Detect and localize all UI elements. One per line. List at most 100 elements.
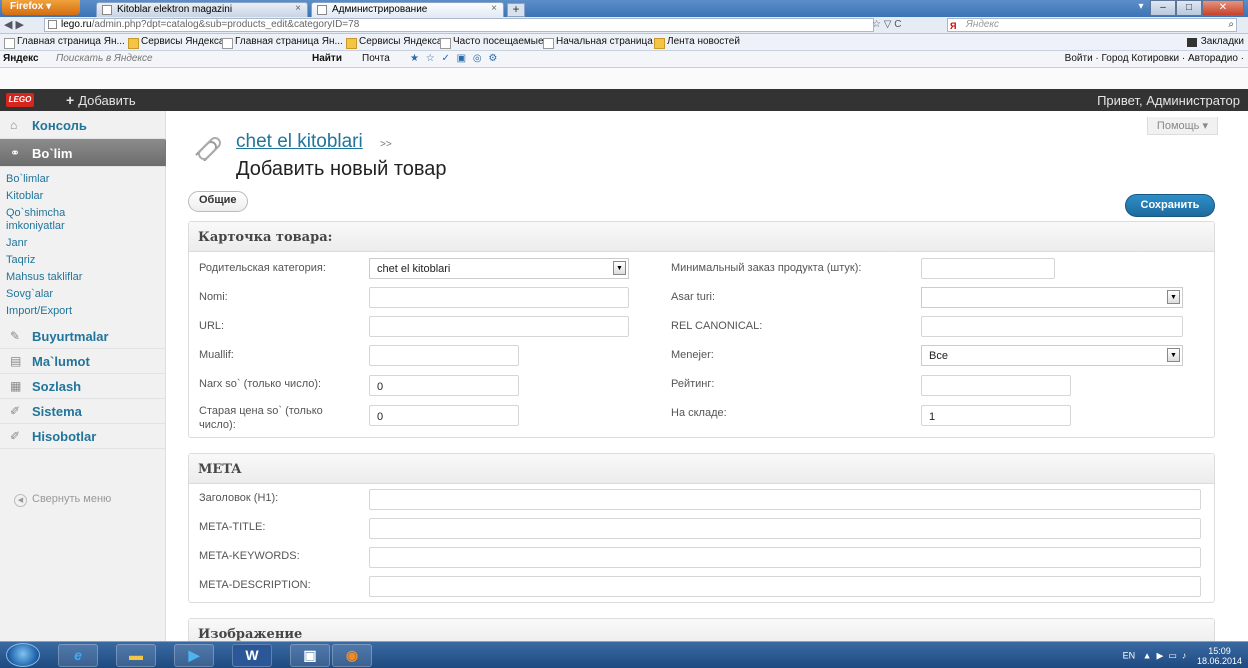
chevron-down-icon[interactable]: ▾ <box>1132 0 1150 16</box>
bookmark-item[interactable]: Часто посещаемые <box>440 36 544 49</box>
explorer-icon[interactable]: ▬ <box>116 644 156 667</box>
link-icon: ⚭ <box>10 146 21 160</box>
field-label: Nomi: <box>199 291 228 303</box>
bookmark-folder[interactable]: Лента новостей <box>654 36 740 49</box>
work-type-select[interactable]: ▼ <box>921 287 1183 308</box>
old-price-input[interactable]: 0 <box>369 405 519 426</box>
mail-button[interactable]: Почта <box>362 53 390 64</box>
yandex-right-links[interactable]: Войти · Город Котировки · Авторадио · <box>1065 53 1244 64</box>
stock-input[interactable]: 1 <box>921 405 1071 426</box>
url-path: /admin.php?dpt=catalog&sub=products_edit… <box>91 19 360 30</box>
select-value: chet el kitoblari <box>377 263 451 275</box>
word-icon[interactable]: W <box>232 644 272 667</box>
bookmarks-menu[interactable]: Закладки <box>1186 36 1244 47</box>
search-input[interactable]: Я Яндекс ⌕ <box>947 18 1237 32</box>
meta-description-input[interactable] <box>369 576 1201 597</box>
find-button[interactable]: Найти <box>312 53 342 64</box>
help-button[interactable]: Помощь ▾ <box>1146 117 1218 135</box>
name-input[interactable] <box>369 287 629 308</box>
meta-keywords-input[interactable] <box>369 547 1201 568</box>
meta-title-input[interactable] <box>369 518 1201 539</box>
submenu-item[interactable]: Mahsus takliflar <box>0 269 165 286</box>
menu-orders[interactable]: ✎ Buyurtmalar <box>0 324 165 349</box>
submenu-item[interactable]: Taqriz <box>0 252 165 269</box>
window-controls: ▾ – □ ✕ <box>1132 0 1244 16</box>
tab-kitoblar[interactable]: Kitoblar elektron magazini × <box>96 2 308 17</box>
collapse-menu-button[interactable]: ◀ Свернуть меню <box>14 493 111 507</box>
url-host: lego.ru <box>61 19 92 30</box>
close-tab-icon[interactable]: × <box>295 3 301 14</box>
yandex-logo[interactable]: Яндекс <box>3 53 39 64</box>
save-button[interactable]: Сохранить <box>1125 194 1215 217</box>
submenu-item[interactable]: Kitoblar <box>0 188 165 205</box>
parent-category-select[interactable]: chet el kitoblari ▼ <box>369 258 629 279</box>
lego-logo[interactable]: LEGO <box>6 93 34 107</box>
menu-label: Ma`lumot <box>32 354 90 369</box>
minimize-button[interactable]: – <box>1150 0 1176 16</box>
panel-title: Карточка товара: <box>189 222 1214 252</box>
bookmark-item[interactable]: Главная страница Ян... <box>222 36 343 49</box>
url-input[interactable] <box>369 316 629 337</box>
rating-input[interactable] <box>921 375 1071 396</box>
manager-select[interactable]: Все ▼ <box>921 345 1183 366</box>
menu-label: Hisobotlar <box>32 429 97 444</box>
toolbar-icons[interactable]: ★ ☆ ✓ ▣ ◎ ⚙ <box>410 53 499 64</box>
home-icon: ⌂ <box>10 118 18 132</box>
maximize-button[interactable]: □ <box>1176 0 1202 16</box>
address-bar[interactable]: lego.ru/admin.php?dpt=catalog&sub=produc… <box>44 18 874 32</box>
menu-section[interactable]: ⚭ Bo`lim <box>0 139 174 167</box>
start-button[interactable] <box>6 643 40 667</box>
page-icon <box>102 5 112 15</box>
h1-input[interactable] <box>369 489 1201 510</box>
firefox-menu-button[interactable]: Firefox ▾ <box>2 0 80 15</box>
close-tab-icon[interactable]: × <box>491 3 497 14</box>
media-player-icon[interactable]: ▶ <box>174 644 214 667</box>
bookmarks-bar: Главная страница Ян... Сервисы Яндекса Г… <box>0 34 1248 51</box>
tab-general[interactable]: Общие <box>188 191 248 212</box>
bookmark-folder[interactable]: Сервисы Яндекса <box>128 36 224 49</box>
greeting[interactable]: Привет, Администратор <box>1097 93 1240 108</box>
tab-admin[interactable]: Администрирование × <box>311 2 504 17</box>
submenu-item[interactable]: Bo`limlar <box>0 171 165 188</box>
search-placeholder: Яндекс <box>966 19 1000 30</box>
submenu-item[interactable]: Import/Export <box>0 303 165 320</box>
admin-sidebar: ⌂ Консоль ⚭ Bo`lim Bo`limlar Kitoblar Qo`s… <box>0 111 174 641</box>
back-forward-icons[interactable]: ◀ ▶ <box>4 18 24 31</box>
ie-icon[interactable]: e <box>58 644 98 667</box>
submenu-item[interactable]: Janr <box>0 235 165 252</box>
menu-label: Buyurtmalar <box>32 329 109 344</box>
breadcrumb-category-link[interactable]: chet el kitoblari <box>236 131 363 153</box>
menu-settings[interactable]: ▦ Sozlash <box>0 374 165 399</box>
field-label: На складе: <box>671 407 727 419</box>
menu-system[interactable]: ✐ Sistema <box>0 399 165 424</box>
bookmark-item[interactable]: Главная страница Ян... <box>4 36 125 49</box>
price-input[interactable]: 0 <box>369 375 519 396</box>
menu-info[interactable]: ▤ Ma`lumot <box>0 349 165 374</box>
author-input[interactable] <box>369 345 519 366</box>
select-value: Все <box>929 350 948 362</box>
product-card-panel: Карточка товара: Родительская категория:… <box>188 221 1215 438</box>
new-tab-button[interactable]: + <box>507 3 525 17</box>
clock[interactable]: 15:09 18.06.2014 <box>1197 646 1242 666</box>
min-order-input[interactable] <box>921 258 1055 279</box>
add-new-button[interactable]: + Добавить <box>66 92 136 108</box>
clock-time: 15:09 <box>1208 646 1231 656</box>
bookmark-folder[interactable]: Сервисы Яндекса <box>346 36 442 49</box>
menu-reports[interactable]: ✐ Hisobotlar <box>0 424 165 449</box>
tray-icons[interactable]: ▲ ▶ ▭ ♪ <box>1138 650 1187 660</box>
menu-console[interactable]: ⌂ Консоль <box>0 111 165 139</box>
language-indicator[interactable]: EN <box>1123 650 1136 660</box>
reload-icon[interactable]: ☆ ▽ C <box>872 19 901 30</box>
submenu-item[interactable]: Sovg`alar <box>0 286 165 303</box>
close-window-button[interactable]: ✕ <box>1202 0 1244 16</box>
bookmark-item[interactable]: Начальная страница <box>543 36 653 49</box>
firefox-icon[interactable]: ◉ <box>332 644 372 667</box>
chevron-down-icon: ▼ <box>1167 348 1180 362</box>
windows-taskbar: e ▬ ▶ W ▣ ◉ EN ▲ ▶ ▭ ♪ 15:09 18.06.2014 <box>0 641 1248 668</box>
submenu-item[interactable]: Qo`shimcha imkoniyatlar <box>0 205 90 235</box>
add-label: Добавить <box>78 93 136 108</box>
rel-canonical-input[interactable] <box>921 316 1183 337</box>
save-disk-icon[interactable]: ▣ <box>290 644 330 667</box>
search-icon[interactable]: ⌕ <box>1228 19 1234 31</box>
yandex-search-input[interactable]: Поискать в Яндексе <box>56 53 153 64</box>
